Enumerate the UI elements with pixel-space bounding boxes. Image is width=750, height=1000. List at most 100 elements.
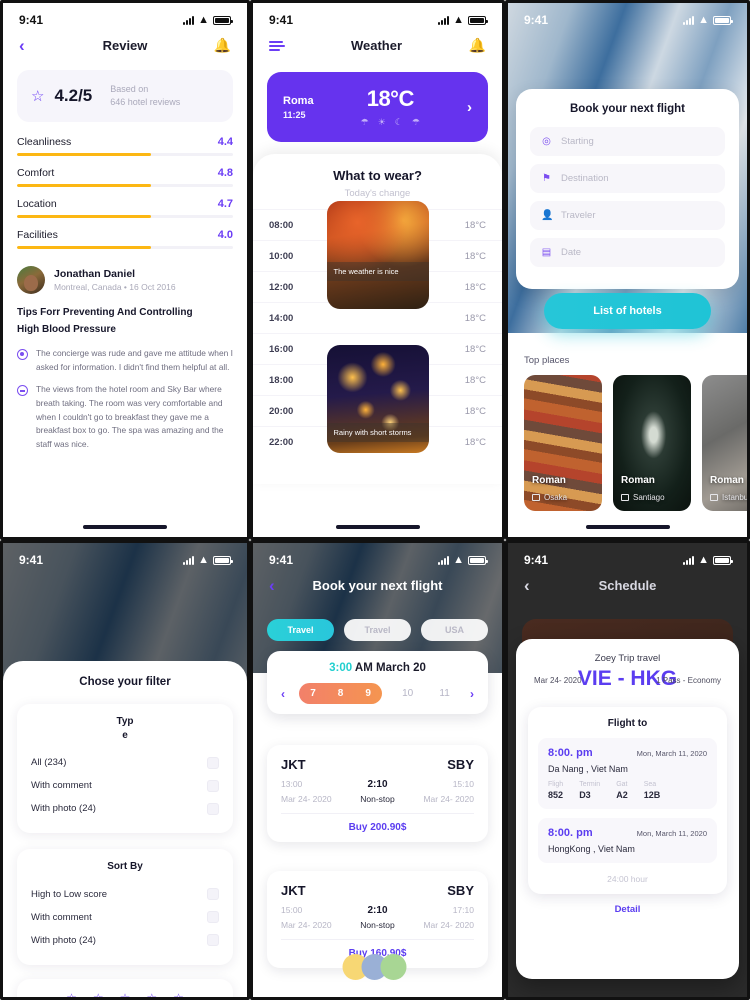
flight-from: JKT bbox=[281, 883, 306, 898]
back-icon[interactable]: ‹ bbox=[524, 577, 542, 594]
date-field[interactable]: ▤ Date bbox=[530, 238, 725, 267]
place-location: Osaka bbox=[532, 493, 567, 502]
filter-row[interactable]: With photo (24) bbox=[31, 797, 219, 820]
metric-label: Comfort bbox=[17, 167, 55, 180]
back-icon[interactable]: ‹ bbox=[269, 577, 287, 594]
review-comment-text: The concierge was rude and gave me attit… bbox=[36, 348, 233, 372]
metric-row: Cleanliness 4.4 bbox=[17, 136, 233, 157]
leg-col-gate: Gat A2 bbox=[616, 781, 628, 800]
flight-card[interactable]: JKT SBY 15:00 2:10 17:10 Mar 24- 2020 No… bbox=[267, 871, 488, 980]
book-flight-form: Book your next flight ◎ Starting ⚑ Desti… bbox=[516, 89, 739, 289]
flight-to-panel: Flight to 8:00. pm Mon, March 11, 2020 D… bbox=[528, 707, 727, 895]
filter-row-label: With comment bbox=[31, 780, 92, 791]
what-to-wear-title: What to wear? bbox=[333, 168, 422, 183]
hour-temp: 18°C bbox=[464, 374, 486, 386]
traveler-field[interactable]: 👤 Traveler bbox=[530, 201, 725, 230]
buy-button[interactable]: Buy 200.90$ bbox=[281, 813, 474, 833]
screen-ticket: 9:41 ▲ ‹ Schedule Zoey Trip travel Zoey … bbox=[505, 540, 750, 1000]
star-icon[interactable]: ☆ bbox=[93, 991, 104, 998]
chevron-right-icon[interactable]: › bbox=[467, 99, 472, 116]
metric-track bbox=[17, 153, 233, 157]
prev-day-icon[interactable]: ‹ bbox=[281, 687, 285, 701]
filter-row-label: With photo (24) bbox=[31, 803, 96, 814]
form-title: Book your next flight bbox=[570, 103, 685, 115]
filter-group-title: Typ e bbox=[116, 716, 134, 741]
current-weather-card[interactable]: Roma 11:25 18°C ☂ ☀ ☾ ☂ › bbox=[267, 72, 488, 142]
flight-arr-date: Mar 24- 2020 bbox=[423, 920, 474, 930]
place-card[interactable]: Roman Istanbul bbox=[702, 375, 747, 511]
filter-row[interactable]: With photo (24) bbox=[31, 929, 219, 952]
day-10[interactable]: 10 bbox=[396, 683, 419, 704]
flight-dep-time: 15:00 bbox=[281, 905, 303, 915]
checkbox[interactable] bbox=[207, 888, 219, 900]
next-day-icon[interactable]: › bbox=[470, 687, 474, 701]
hour-temp: 18°C bbox=[464, 312, 486, 324]
pill-travel-active[interactable]: Travel bbox=[267, 619, 334, 641]
moon-icon: ☾ bbox=[394, 117, 403, 127]
day-8[interactable]: 8 bbox=[327, 683, 355, 704]
flight-stop: Non-stop bbox=[360, 920, 395, 930]
day-7[interactable]: 7 bbox=[299, 683, 327, 704]
screen-review: 9:41 ▲ ‹ Review 🔔 ☆ 4.2/5 Based on 646 h… bbox=[0, 0, 250, 540]
hour-temp: 18°C bbox=[464, 436, 486, 448]
hour-temp: 18°C bbox=[464, 250, 486, 262]
page-title: Book your next flight bbox=[312, 578, 443, 593]
star-icon[interactable]: ☆ bbox=[66, 991, 77, 998]
filter-group-sort: Sort By High to Low score With comment W… bbox=[17, 849, 233, 965]
weather-photo-top[interactable]: The weather is nice bbox=[326, 201, 429, 309]
list-of-hotels-button[interactable]: List of hotels bbox=[544, 293, 711, 329]
place-card[interactable]: Roman Osaka bbox=[524, 375, 602, 511]
weather-city: Roma bbox=[283, 94, 314, 107]
selected-days[interactable]: 7 8 9 bbox=[299, 683, 382, 704]
bell-icon[interactable]: 🔔 bbox=[213, 37, 231, 54]
detail-link[interactable]: Detail bbox=[528, 904, 727, 915]
hour-temp: 18°C bbox=[464, 219, 486, 231]
destination-field[interactable]: ⚑ Destination bbox=[530, 164, 725, 193]
checkbox[interactable] bbox=[207, 934, 219, 946]
back-icon[interactable]: ‹ bbox=[19, 37, 37, 54]
starting-field[interactable]: ◎ Starting bbox=[530, 127, 725, 156]
checkbox[interactable] bbox=[207, 911, 219, 923]
screen-filter: 9:41 ▲ Chose your filter Typ e All (234) bbox=[0, 540, 250, 1000]
checkbox[interactable] bbox=[207, 779, 219, 792]
filter-row[interactable]: High to Low score bbox=[31, 883, 219, 906]
top-places-list: Roman Osaka Roman Santiago Roman Istanbu… bbox=[524, 375, 747, 511]
status-bar: 9:41 ▲ bbox=[508, 3, 747, 29]
flight-dep-time: 13:00 bbox=[281, 779, 303, 789]
flight-stop: Non-stop bbox=[360, 794, 395, 804]
screen-weather: 9:41 ▲ Weather 🔔 Roma 11:25 18°C ☂ ☀ ☾ ☂… bbox=[250, 0, 505, 540]
reviewer-row: Jonathan Daniel Montreal, Canada • 16 Oc… bbox=[3, 260, 247, 295]
weather-temperature: 18°C bbox=[366, 86, 415, 111]
hamburger-icon[interactable] bbox=[269, 40, 285, 51]
checkbox[interactable] bbox=[207, 802, 219, 815]
checkbox[interactable] bbox=[207, 756, 219, 769]
calendar-icon bbox=[532, 494, 540, 501]
bell-icon[interactable]: 🔔 bbox=[468, 37, 486, 54]
star-icon[interactable]: ☆ bbox=[173, 991, 184, 998]
pill-usa[interactable]: USA bbox=[421, 619, 488, 641]
place-card[interactable]: Roman Santiago bbox=[613, 375, 691, 511]
review-heading-line1: Tips Forr Preventing And Controlling bbox=[17, 307, 193, 319]
ticket-card: Zoey Trip travel VIE - HKG Mar 24- 2020 … bbox=[516, 639, 739, 979]
star-rating-filter[interactable]: ☆ ☆ ☆ ☆ ☆ bbox=[17, 978, 233, 998]
day-9[interactable]: 9 bbox=[354, 683, 382, 704]
star-icon[interactable]: ☆ bbox=[146, 991, 157, 998]
filter-row[interactable]: With comment bbox=[31, 774, 219, 797]
filter-row[interactable]: All (234) bbox=[31, 751, 219, 774]
emoji-green-icon bbox=[380, 954, 406, 980]
day-11[interactable]: 11 bbox=[433, 683, 455, 704]
based-on-label: Based on bbox=[110, 84, 149, 94]
filter-group-title: Sort By bbox=[107, 861, 143, 872]
star-icon[interactable]: ☆ bbox=[120, 991, 131, 998]
calendar-icon bbox=[710, 494, 718, 501]
cellular-signal-icon bbox=[438, 15, 450, 25]
rating-summary-card: ☆ 4.2/5 Based on 646 hotel reviews bbox=[17, 70, 233, 123]
leg-col-value: D3 bbox=[579, 790, 591, 801]
pill-travel[interactable]: Travel bbox=[344, 619, 411, 641]
flight-card[interactable]: JKT SBY 13:00 2:10 15:10 Mar 24- 2020 No… bbox=[267, 745, 488, 842]
filter-row-label: All (234) bbox=[31, 757, 67, 768]
filter-row[interactable]: With comment bbox=[31, 906, 219, 929]
leg-details: Fligh 852 Termin D3 Gat A2 Sea 12B bbox=[548, 781, 707, 800]
weather-photo-bottom[interactable]: Rainy with short storms bbox=[326, 345, 429, 453]
filter-group-type: Typ e All (234) With comment With photo … bbox=[17, 704, 233, 833]
